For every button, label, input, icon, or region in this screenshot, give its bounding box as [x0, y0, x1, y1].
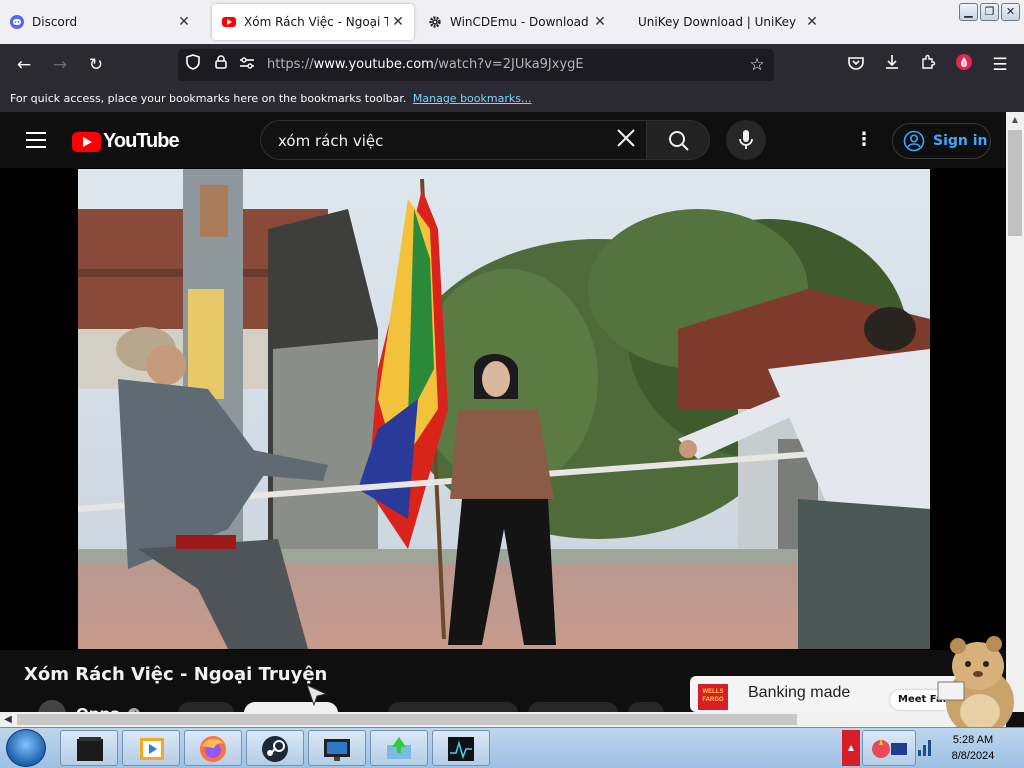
video-player[interactable] — [0, 168, 1006, 650]
restore-icon[interactable]: ❐ — [980, 3, 999, 21]
navigation-toolbar: ← → ↻ https://www.youtube.com/watch?v=2J… — [0, 44, 1024, 86]
scroll-up-icon[interactable]: ▲ — [1006, 112, 1024, 128]
browser-tab-strip: Discord ✕ Xóm Rách Việc - Ngoại Truyện ✕… — [0, 0, 1024, 44]
video-title: Xóm Rách Việc - Ngoại Truyện — [24, 664, 328, 685]
url-host: www.youtube.com — [313, 57, 434, 72]
search-button[interactable] — [646, 120, 710, 160]
pocket-badge: 0 — [962, 62, 965, 68]
microphone-icon — [739, 130, 753, 149]
monitor-icon[interactable] — [308, 730, 366, 766]
youtube-header: YouTube xóm rách việc ⋮ Sign in — [0, 112, 1006, 168]
bookmarks-message: For quick access, place your bookmarks h… — [10, 92, 407, 105]
search-query: xóm rách việc — [278, 132, 384, 150]
youtube-logo[interactable]: YouTube — [72, 130, 180, 153]
video-frame[interactable] — [78, 169, 930, 649]
hamburger-menu-icon[interactable] — [26, 132, 46, 148]
firefox-icon[interactable] — [184, 730, 242, 766]
download-manager-icon[interactable] — [370, 730, 428, 766]
show-hidden-icons-icon[interactable]: ▲ — [842, 730, 860, 766]
minimize-icon[interactable]: ▁ — [959, 3, 978, 21]
close-icon[interactable]: ✕ — [174, 14, 194, 30]
clock-date: 8/8/2024 — [951, 750, 995, 762]
menu-icon[interactable]: ☰ — [988, 53, 1012, 77]
video-scene-image — [78, 169, 930, 649]
ad-headline: Banking made — [748, 684, 851, 701]
clear-search-icon[interactable] — [612, 127, 640, 155]
back-icon[interactable]: ← — [12, 53, 36, 77]
sign-in-label: Sign in — [933, 133, 988, 149]
scroll-thumb[interactable] — [1008, 130, 1022, 236]
tab-unikey[interactable]: UniKey Download | UniKey ✕ — [628, 0, 836, 44]
permissions-icon[interactable] — [236, 54, 258, 76]
performance-monitor-icon[interactable] — [432, 730, 490, 766]
network-icon[interactable] — [916, 738, 932, 758]
address-bar[interactable]: https://www.youtube.com/watch?v=2JUka9Jx… — [178, 49, 774, 81]
vertical-scrollbar[interactable]: ▲ — [1006, 112, 1024, 712]
wells-fargo-logo: WELLS FARGO — [698, 684, 728, 710]
account-icon[interactable]: 0 — [952, 53, 976, 77]
user-avatar-icon — [903, 130, 925, 152]
close-icon[interactable]: ✕ — [802, 14, 822, 30]
tab-label: WinCDEmu - Download — [450, 15, 589, 29]
youtube-play-icon — [72, 131, 101, 152]
clock-time: 5:28 AM — [952, 734, 994, 746]
window-controls: ▁ ❐ ✕ — [959, 3, 1020, 21]
sign-in-button[interactable]: Sign in — [892, 123, 991, 159]
manage-bookmarks-link[interactable]: Manage bookmarks... — [413, 92, 532, 105]
url-text[interactable]: https://www.youtube.com/watch?v=2JUka9Jx… — [267, 57, 584, 72]
start-button-icon[interactable] — [6, 729, 46, 767]
pocket-icon[interactable] — [844, 53, 868, 77]
gear-icon — [428, 15, 442, 29]
horizontal-scrollbar[interactable]: ◀ — [0, 712, 1006, 727]
scroll-left-icon[interactable]: ◀ — [0, 712, 16, 727]
extensions-icon[interactable] — [916, 53, 940, 77]
bookmarks-toolbar: For quick access, place your bookmarks h… — [0, 86, 1024, 112]
close-window-icon[interactable]: ✕ — [1001, 3, 1020, 21]
youtube-wordmark: YouTube — [103, 130, 180, 152]
unikey-tray-icon[interactable] — [862, 730, 916, 766]
reload-icon[interactable]: ↻ — [84, 53, 108, 77]
tab-discord[interactable]: Discord ✕ — [0, 0, 208, 44]
tab-wincdemu[interactable]: WinCDEmu - Download ✕ — [418, 0, 624, 44]
youtube-icon — [222, 17, 236, 27]
system-clock[interactable]: 5:28 AM 8/8/2024 — [936, 732, 1010, 764]
tab-label: Discord — [32, 15, 78, 29]
mouse-cursor-icon — [306, 684, 328, 706]
forward-icon[interactable]: → — [48, 53, 72, 77]
url-path: /watch?v=2JUka9JxygE — [433, 57, 584, 72]
downloads-icon[interactable] — [880, 53, 904, 77]
tab-label: Xóm Rách Việc - Ngoại Truyện — [244, 15, 388, 29]
video-player-icon[interactable] — [122, 730, 180, 766]
windows-taskbar: ▲ 5:28 AM 8/8/2024 — [0, 727, 1024, 768]
steam-icon[interactable] — [246, 730, 304, 766]
search-icon — [669, 131, 689, 151]
close-icon[interactable]: ✕ — [590, 14, 610, 30]
close-icon[interactable]: ✕ — [388, 14, 408, 30]
voice-search-button[interactable] — [726, 120, 766, 160]
hamster-desktop-pet-icon[interactable] — [934, 632, 1020, 738]
tab-label: UniKey Download | UniKey — [638, 15, 797, 29]
horizontal-scroll-thumb[interactable] — [17, 714, 797, 725]
url-scheme: https:// — [267, 57, 314, 72]
discord-icon — [10, 15, 24, 29]
tab-youtube-active[interactable]: Xóm Rách Việc - Ngoại Truyện ✕ — [212, 4, 414, 40]
bookmark-star-icon[interactable]: ☆ — [746, 54, 768, 76]
more-options-icon[interactable]: ⋮ — [854, 130, 874, 150]
media-player-icon[interactable] — [60, 730, 118, 766]
shield-icon[interactable] — [182, 54, 204, 76]
lock-icon[interactable] — [210, 54, 232, 76]
search-input[interactable]: xóm rách việc — [260, 120, 646, 160]
